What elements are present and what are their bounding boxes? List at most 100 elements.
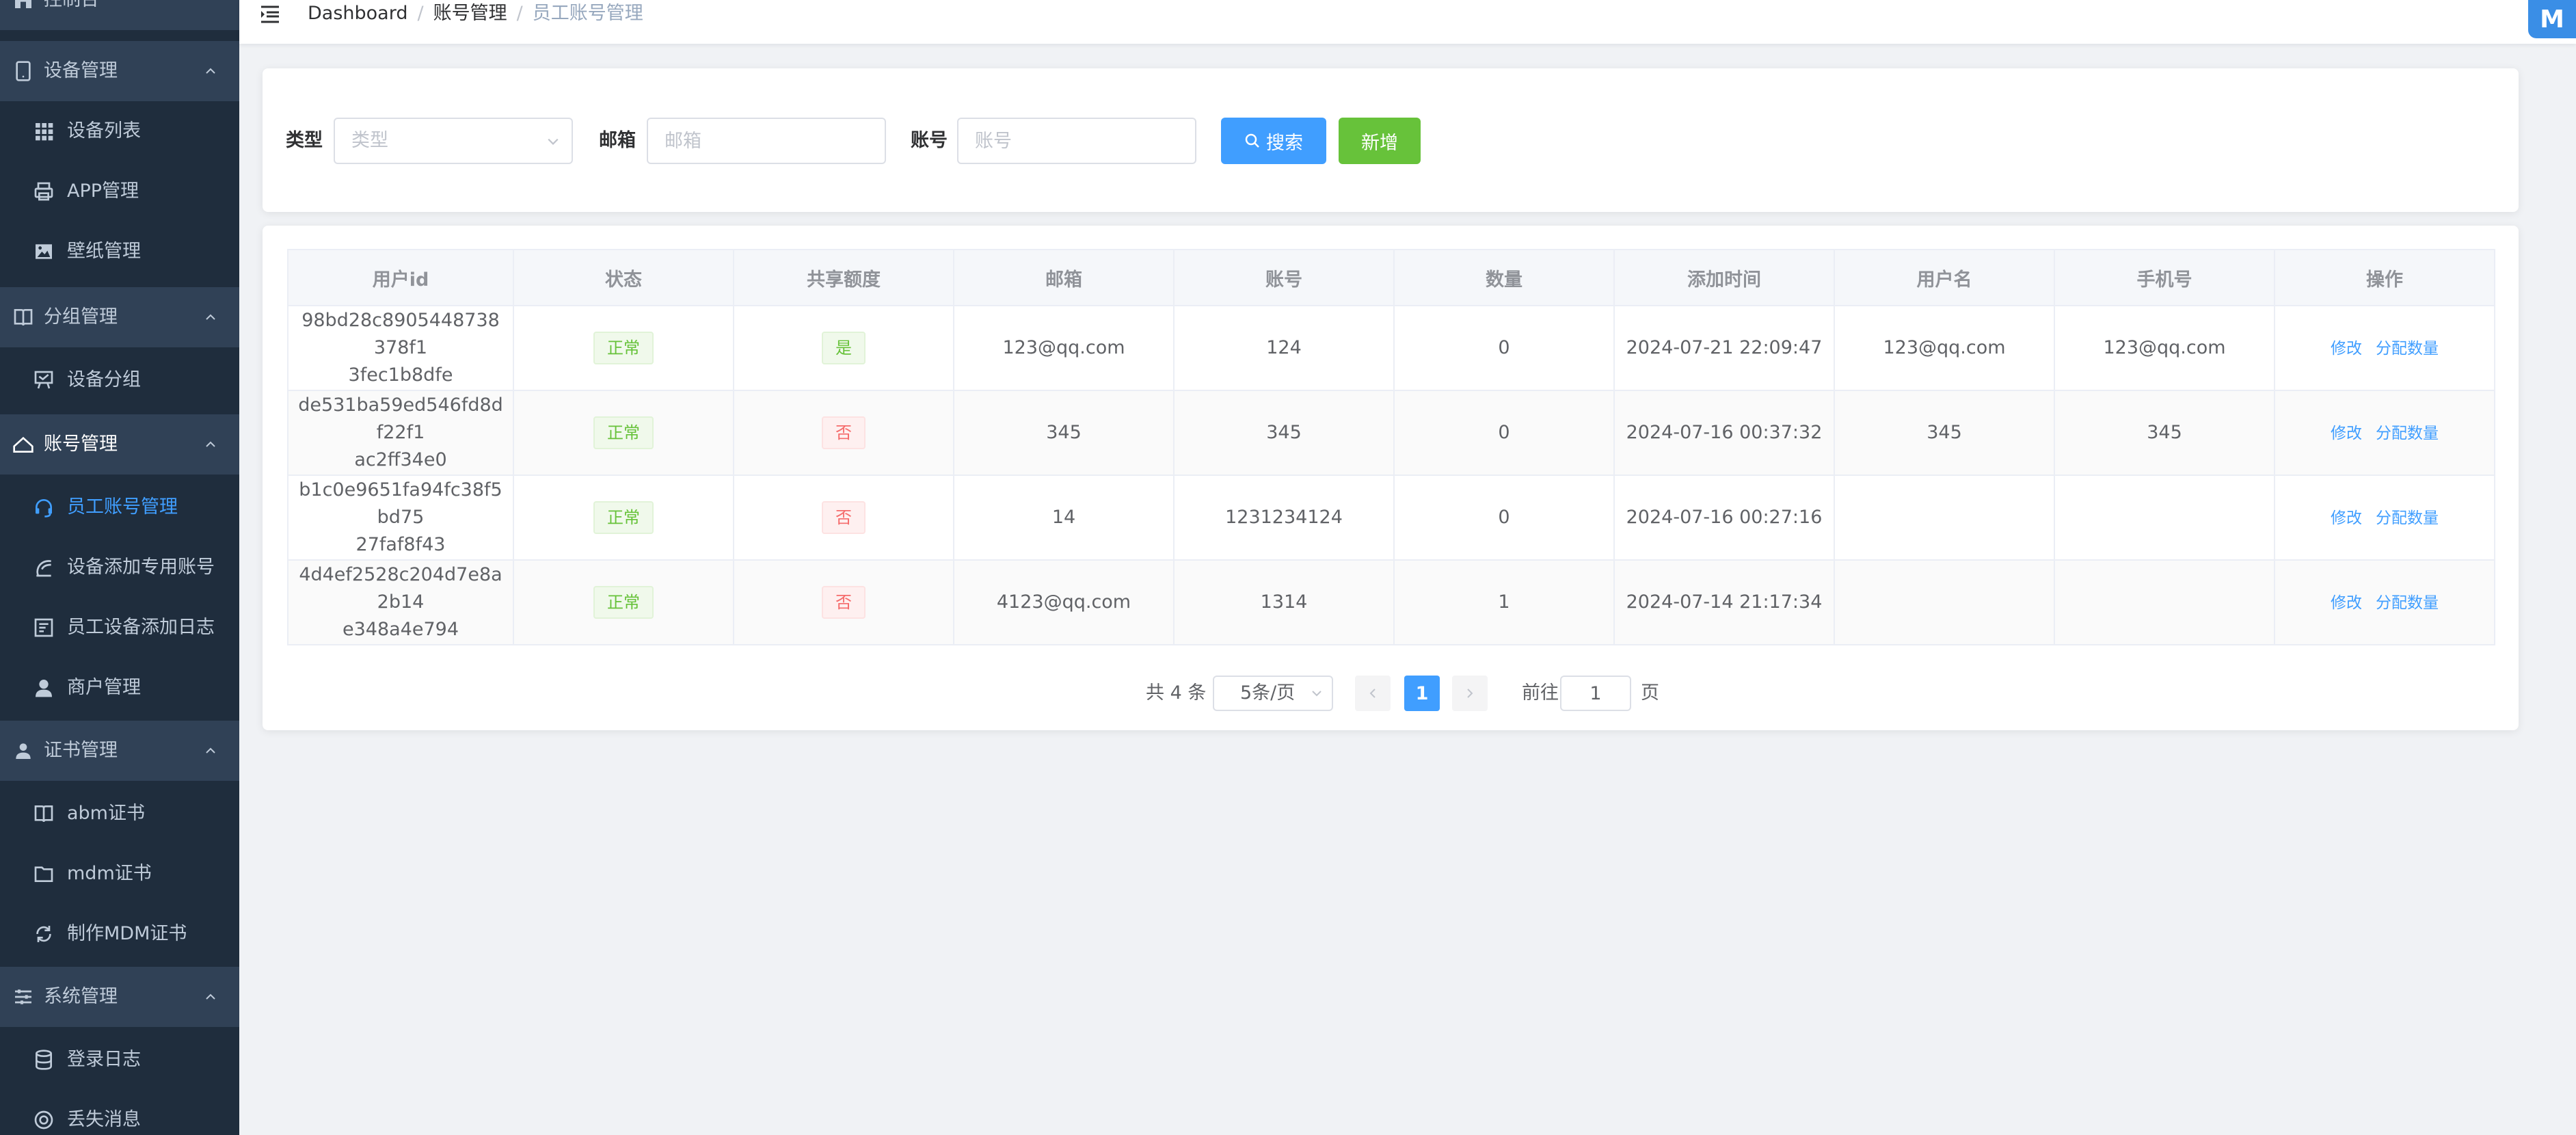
cell-user-id: b1c0e9651fa94fc38f5bd75 27faf8f43 (287, 475, 514, 561)
cell-share: 否 (733, 475, 954, 561)
sidebar-group-label: 系统管理 (44, 986, 118, 1007)
cell-count: 0 (1393, 305, 1615, 391)
pagination-total: 共 4 条 (1146, 682, 1207, 704)
goto-label: 前往 (1522, 682, 1559, 704)
chevron-down-icon (1312, 691, 1321, 697)
cell-status: 正常 (513, 390, 734, 476)
goto-suffix: 页 (1641, 682, 1659, 704)
refresh-icon (36, 926, 51, 942)
breadcrumb-item: 账号管理 (433, 3, 507, 24)
breadcrumb-separator: / (516, 3, 523, 24)
type-select-placeholder: 类型 (351, 130, 388, 151)
chevron-left-icon (1369, 689, 1376, 698)
goto-page-input[interactable] (1560, 676, 1631, 711)
share-badge: 是 (822, 332, 866, 364)
edit-link[interactable]: 修改 (2331, 425, 2362, 442)
column-header: 手机号 (2054, 249, 2275, 306)
cell-email: 345 (953, 390, 1175, 476)
cell-count: 1 (1393, 559, 1615, 645)
page-size-select[interactable]: 5条/页 (1213, 676, 1333, 711)
sidebar-item-label: 员工设备添加日志 (67, 617, 215, 638)
sidebar-item-device-group[interactable]: 设备分组 (0, 350, 239, 410)
sidebar-item-make-mdm-cert[interactable]: 制作MDM证书 (0, 904, 239, 964)
breadcrumb: Dashboard / 账号管理 / 员工账号管理 (308, 1, 643, 26)
cell-actions: 修改 分配数量 (2274, 305, 2495, 391)
sidebar-item-label: abm证书 (67, 803, 145, 824)
sidebar-item-abm-cert[interactable]: abm证书 (0, 784, 239, 844)
add-button[interactable]: 新增 (1339, 118, 1421, 164)
sidebar-item-device-list[interactable]: 设备列表 (0, 101, 239, 161)
sidebar-item-app[interactable]: APP管理 (0, 161, 239, 222)
sidebar-item-label: 设备列表 (67, 120, 141, 142)
sidebar-item-login-log[interactable]: 登录日志 (0, 1030, 239, 1090)
breadcrumb-current: 员工账号管理 (532, 3, 643, 24)
sidebar-item-dashboard[interactable]: 控制台 (0, 0, 239, 30)
cell-status: 正常 (513, 559, 734, 645)
sidebar-group-account[interactable]: 账号管理 (0, 414, 239, 475)
page-size-value: 5条/页 (1240, 682, 1296, 704)
account-label: 账号 (911, 130, 948, 151)
cell-account: 345 (1173, 390, 1395, 476)
assign-quota-link[interactable]: 分配数量 (2376, 340, 2439, 358)
sidebar-item-label: 控制台 (44, 0, 99, 12)
type-select[interactable]: 类型 (334, 118, 573, 164)
breadcrumb-separator: / (417, 3, 424, 24)
cell-count: 0 (1393, 475, 1615, 561)
sidebar-item-label: 登录日志 (67, 1049, 141, 1070)
prev-page-button[interactable] (1355, 676, 1391, 711)
cell-phone (2054, 475, 2275, 561)
assign-quota-link[interactable]: 分配数量 (2376, 509, 2439, 527)
cell-user-id: de531ba59ed546fd8df22f1 ac2ff34e0 (287, 390, 514, 476)
assign-quota-link[interactable]: 分配数量 (2376, 425, 2439, 442)
account-input[interactable] (957, 118, 1196, 164)
sidebar: 控制台 设备管理 设备列表 APP管理 壁纸管理 分组管理 设备分组 账号管理 … (0, 0, 239, 1135)
sidebar-group-certificate[interactable]: 证书管理 (0, 721, 239, 781)
cell-actions: 修改 分配数量 (2274, 475, 2495, 561)
pagination: 共 4 条 5条/页 1 前往 页 (263, 674, 2519, 712)
add-button-label: 新增 (1361, 132, 1398, 154)
sidebar-group-system[interactable]: 系统管理 (0, 967, 239, 1027)
chevron-up-icon (206, 68, 215, 74)
sidebar-item-staff-device-log[interactable]: 员工设备添加日志 (0, 598, 239, 658)
edit-link[interactable]: 修改 (2331, 509, 2362, 527)
column-header: 用户id (287, 249, 514, 306)
sidebar-item-lost-message[interactable]: 丢失消息 (0, 1090, 239, 1135)
cell-email: 123@qq.com (953, 305, 1175, 391)
menu-fold-icon[interactable] (260, 4, 280, 23)
cell-phone (2054, 559, 2275, 645)
cell-count: 0 (1393, 390, 1615, 476)
cell-time: 2024-07-21 22:09:47 (1613, 305, 1835, 391)
email-label: 邮箱 (599, 130, 636, 151)
sidebar-item-label: 壁纸管理 (67, 241, 141, 262)
sidebar-group-grouping[interactable]: 分组管理 (0, 287, 239, 347)
board-icon (34, 371, 53, 389)
sidebar-item-wallpaper[interactable]: 壁纸管理 (0, 222, 239, 282)
tablet-icon (16, 61, 31, 81)
cell-phone: 345 (2054, 390, 2275, 476)
avatar[interactable]: M (2528, 0, 2576, 38)
cell-account: 1314 (1173, 559, 1395, 645)
filter-card: 类型 类型 邮箱 账号 搜索 新增 (263, 68, 2519, 212)
edit-link[interactable]: 修改 (2331, 594, 2362, 612)
sidebar-item-label: 制作MDM证书 (67, 923, 187, 944)
cell-share: 否 (733, 559, 954, 645)
sidebar-group-device[interactable]: 设备管理 (0, 41, 239, 101)
sidebar-item-staff-account[interactable]: 员工账号管理 (0, 477, 239, 537)
assign-quota-link[interactable]: 分配数量 (2376, 594, 2439, 612)
sidebar-item-merchant[interactable]: 商户管理 (0, 658, 239, 718)
sidebar-item-label: 员工账号管理 (67, 496, 178, 518)
next-page-button[interactable] (1452, 676, 1488, 711)
sidebar-item-mdm-cert[interactable]: mdm证书 (0, 844, 239, 904)
cell-account: 1231234124 (1173, 475, 1395, 561)
sidebar-item-device-add-account[interactable]: 设备添加专用账号 (0, 537, 239, 598)
edit-link[interactable]: 修改 (2331, 340, 2362, 358)
search-button[interactable]: 搜索 (1221, 118, 1326, 164)
book-icon (14, 309, 33, 326)
type-label: 类型 (286, 130, 323, 151)
breadcrumb-item[interactable]: Dashboard (308, 3, 407, 24)
page-number-button[interactable]: 1 (1404, 676, 1440, 711)
email-input[interactable] (647, 118, 886, 164)
column-header: 账号 (1173, 249, 1395, 306)
folder-icon (34, 866, 53, 882)
table-row: 4d4ef2528c204d7e8a2b14 e348a4e794 正常 否 41… (287, 559, 2495, 645)
